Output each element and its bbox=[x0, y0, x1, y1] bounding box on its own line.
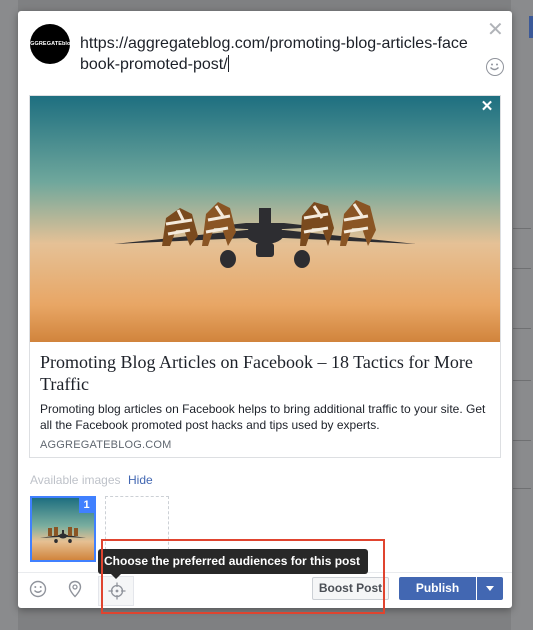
emoji-picker-icon[interactable] bbox=[486, 58, 504, 76]
background-divider bbox=[513, 380, 531, 381]
background-page-left bbox=[0, 0, 18, 630]
available-images-label: Available images bbox=[30, 473, 121, 487]
post-text-value: https://aggregateblog.com/promoting-blog… bbox=[80, 35, 468, 73]
avatar: AGGREGATEblog bbox=[26, 24, 74, 64]
selected-count-badge: 1 bbox=[79, 498, 94, 513]
link-preview-domain: AGGREGATEBLOG.COM bbox=[40, 439, 172, 451]
background-tab bbox=[529, 16, 533, 38]
hide-images-link[interactable]: Hide bbox=[128, 473, 153, 487]
link-preview-title: Promoting Blog Articles on Facebook – 18… bbox=[40, 352, 473, 394]
emoji-icon[interactable] bbox=[28, 579, 48, 599]
background-divider bbox=[513, 328, 531, 329]
remove-preview-icon[interactable]: ✕ bbox=[480, 99, 494, 114]
location-pin-icon[interactable] bbox=[65, 579, 85, 599]
link-preview-image: ✕ bbox=[30, 96, 500, 342]
link-preview-card[interactable]: ✕ Promoting Blog Articles on Facebook – … bbox=[29, 95, 501, 458]
annotation-highlight-box bbox=[101, 539, 385, 614]
publish-options-chevron-down-icon[interactable] bbox=[477, 577, 503, 600]
background-page-right bbox=[511, 0, 533, 630]
publish-button[interactable]: Publish bbox=[399, 577, 476, 600]
background-divider bbox=[513, 488, 531, 489]
post-composer-dialog: AGGREGATEblog https://aggregateblog.com/… bbox=[18, 11, 512, 614]
background-divider bbox=[513, 268, 531, 269]
image-thumbnail-selected[interactable]: 1 bbox=[30, 496, 96, 562]
background-divider bbox=[513, 440, 531, 441]
text-cursor bbox=[227, 55, 229, 72]
close-icon[interactable]: ✕ bbox=[487, 20, 504, 40]
link-preview-description: Promoting blog articles on Facebook help… bbox=[40, 402, 486, 432]
avatar-text: AGGREGATEblog bbox=[26, 41, 74, 47]
background-divider bbox=[513, 228, 531, 229]
post-text-input[interactable]: https://aggregateblog.com/promoting-blog… bbox=[80, 33, 470, 75]
